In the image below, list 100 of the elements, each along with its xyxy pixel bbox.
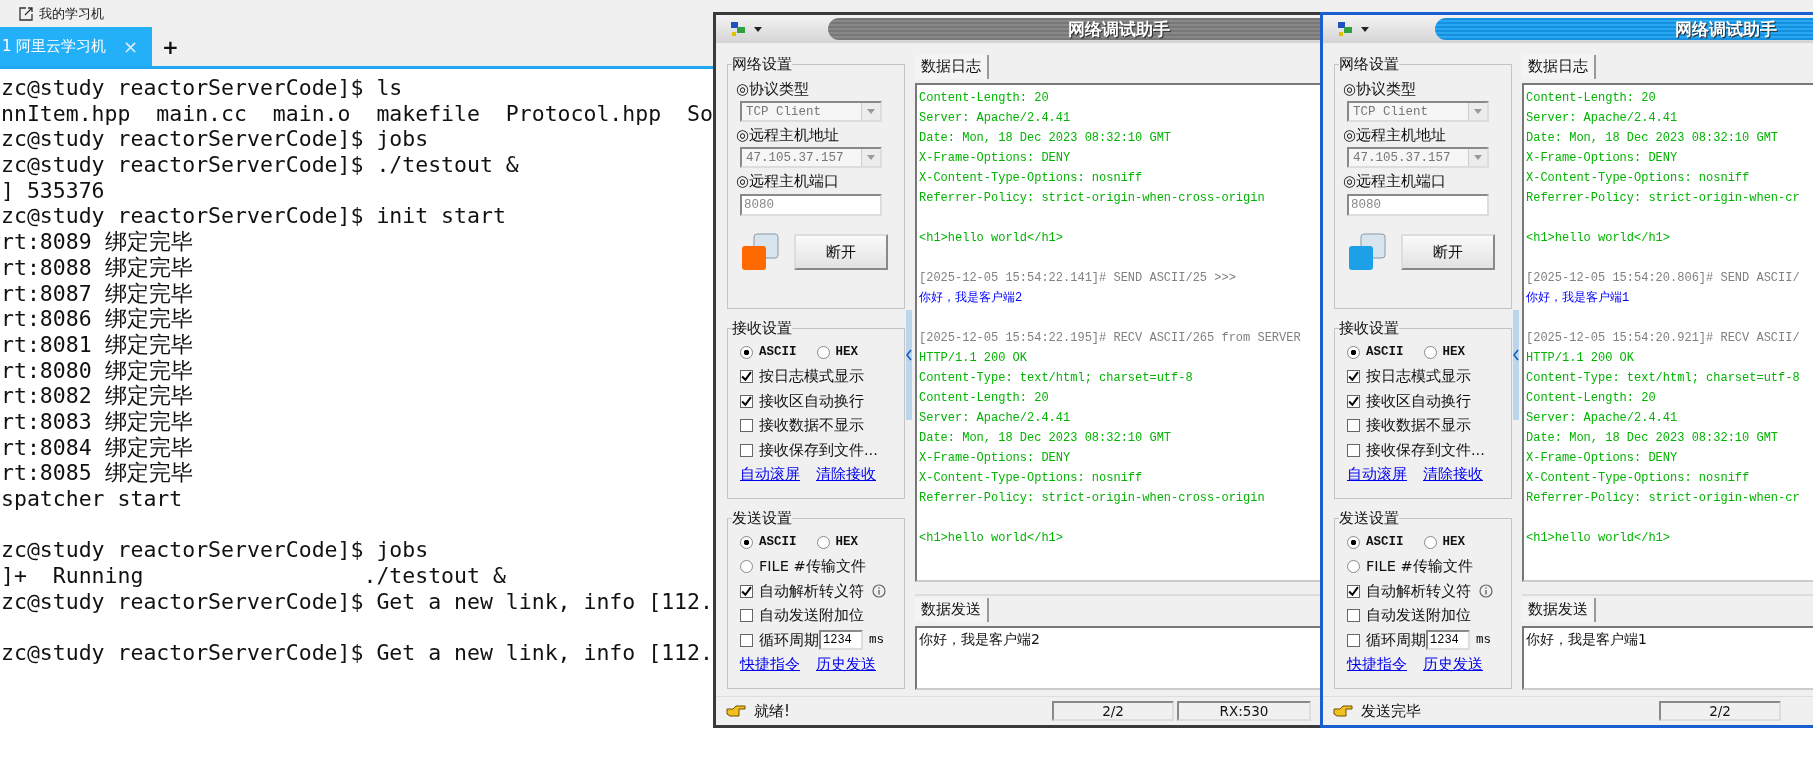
network-icon[interactable] <box>730 21 746 37</box>
port-field[interactable]: 8080 <box>1347 194 1489 216</box>
machine-title: 我的学习机 <box>39 4 104 23</box>
checkbox[interactable] <box>740 443 753 457</box>
interval-field[interactable]: 1234 <box>1426 630 1470 651</box>
link[interactable]: 自动滚屏 <box>740 465 800 485</box>
radio-label: FILE #传输文件 <box>1366 557 1473 577</box>
log-line: Content-Length: 20 <box>1526 390 1656 407</box>
radio-label: ASCII <box>759 345 797 360</box>
checkbox[interactable] <box>740 609 753 623</box>
info-icon[interactable] <box>872 584 886 599</box>
terminal-line: rt:8083 绑定完毕 <box>1 408 193 435</box>
radio-button[interactable] <box>1423 535 1437 549</box>
host-dropdown[interactable]: 47.105.37.157 <box>1347 147 1489 168</box>
checkbox-label: 循环周期 <box>1366 630 1426 650</box>
splitter-handle[interactable] <box>905 310 913 420</box>
port-field[interactable]: 8080 <box>740 194 882 216</box>
checkbox[interactable] <box>740 584 753 598</box>
radio-button[interactable] <box>1347 345 1360 359</box>
log-tab[interactable]: 数据日志 <box>1522 55 1596 79</box>
disconnect-button[interactable]: 断开 <box>794 234 888 270</box>
interval-field[interactable]: 1234 <box>819 630 863 651</box>
checkbox[interactable] <box>1347 609 1360 623</box>
status-field: 2/2 <box>1052 701 1174 721</box>
checkbox[interactable] <box>1347 584 1360 598</box>
log-line: <h1>hello world</h1> <box>1526 530 1671 547</box>
link[interactable]: 快捷指令 <box>1347 655 1407 675</box>
radio-label: FILE #传输文件 <box>759 557 866 577</box>
splitter-handle[interactable] <box>1512 310 1520 420</box>
checkbox-label: 按日志模式显示 <box>1366 367 1471 387</box>
log-line: [2025-12-05 15:54:20.806]# SEND ASCII/ <box>1526 270 1800 287</box>
send-tab[interactable]: 数据发送 <box>1522 598 1596 622</box>
protocol-dropdown[interactable]: TCP Client <box>740 101 882 122</box>
log-line: <h1>hello world</h1> <box>919 230 1064 247</box>
log-tab[interactable]: 数据日志 <box>915 55 989 79</box>
log-line: X-Frame-Options: DENY <box>1526 150 1678 167</box>
info-icon[interactable] <box>1479 584 1493 599</box>
log-line: X-Frame-Options: DENY <box>1526 450 1678 467</box>
terminal-line: zc@study reactorServerCode]$ Get a new link, info [112. <box>1 588 713 615</box>
new-tab-button[interactable]: + <box>162 34 179 59</box>
status-message: 发送完毕 <box>1361 701 1422 721</box>
log-line: Content-Type: text/html; charset=utf-8 <box>919 370 1193 387</box>
host-dropdown[interactable]: 47.105.37.157 <box>740 147 882 168</box>
unit-label: ms <box>869 633 884 648</box>
radio-button[interactable] <box>1347 560 1360 574</box>
radio-button[interactable] <box>740 560 753 574</box>
radio-button[interactable] <box>816 345 830 359</box>
checkbox-label: 接收数据不显示 <box>1366 416 1471 436</box>
send-field[interactable]: 你好，我是客户端2 <box>915 626 1321 690</box>
radio-button[interactable] <box>740 535 753 549</box>
network-icon[interactable] <box>1337 21 1353 37</box>
terminal-line: zc@study reactorServerCode]$ init start <box>1 203 506 230</box>
protocol-dropdown[interactable]: TCP Client <box>1347 101 1489 122</box>
field-label: ◎远程主机端口 <box>1343 172 1448 191</box>
radio-label: HEX <box>835 535 859 550</box>
link[interactable]: 快捷指令 <box>740 655 800 675</box>
link[interactable]: 历史发送 <box>816 655 876 675</box>
link[interactable]: 自动滚屏 <box>1347 465 1407 485</box>
checkbox[interactable] <box>1347 394 1360 408</box>
log-line: X-Frame-Options: DENY <box>919 450 1071 467</box>
radio-label: HEX <box>1442 535 1466 550</box>
radio-label: ASCII <box>759 535 797 550</box>
checkbox[interactable] <box>740 633 753 647</box>
log-line: <h1>hello world</h1> <box>919 530 1064 547</box>
checkbox[interactable] <box>1347 633 1360 647</box>
log-line: [2025-12-05 15:54:20.921]# RECV ASCII/ <box>1526 330 1800 347</box>
checkbox-label: 接收数据不显示 <box>759 416 864 436</box>
terminal-line: zc@study reactorServerCode]$ jobs <box>1 537 429 564</box>
group-title: 网络设置 <box>732 55 792 74</box>
link[interactable]: 清除接收 <box>1423 465 1483 485</box>
checkbox[interactable] <box>740 419 753 433</box>
radio-button[interactable] <box>1423 345 1437 359</box>
log-line: Referrer-Policy: strict-origin-when-cr <box>1526 490 1800 507</box>
checkbox[interactable] <box>740 394 753 408</box>
terminal-line: rt:8082 绑定完毕 <box>1 383 193 409</box>
radio-button[interactable] <box>1347 535 1360 549</box>
radio-button[interactable] <box>816 535 830 549</box>
pointing-hand-icon <box>1333 704 1353 718</box>
checkbox[interactable] <box>1347 419 1360 433</box>
radio-button[interactable] <box>740 345 753 359</box>
send-tab[interactable]: 数据发送 <box>915 598 989 622</box>
terminal-line: zc@study reactorServerCode]$ Get a new link, info [112. <box>1 640 713 666</box>
checkbox[interactable] <box>1347 370 1360 384</box>
log-line: Content-Length: 20 <box>919 90 1049 107</box>
group-title: 网络设置 <box>1339 55 1399 74</box>
checkbox[interactable] <box>1347 443 1360 457</box>
link[interactable]: 历史发送 <box>1423 655 1483 675</box>
log-line: Content-Length: 20 <box>919 390 1049 407</box>
connection-icon <box>1347 232 1387 272</box>
link[interactable]: 清除接收 <box>816 465 876 485</box>
terminal-line: rt:8085 绑定完毕 <box>1 460 193 486</box>
status-field: RX:530 <box>1177 701 1311 721</box>
log-line: Server: Apache/2.4.41 <box>919 110 1071 127</box>
disconnect-button[interactable]: 断开 <box>1401 234 1495 270</box>
field-label: ◎远程主机地址 <box>1343 126 1448 145</box>
log-line: Server: Apache/2.4.41 <box>1526 110 1678 127</box>
checkbox[interactable] <box>740 370 753 384</box>
terminal-line: ]+ Running ./testout & <box>1 563 506 589</box>
send-field[interactable]: 你好，我是客户端1 <box>1522 626 1813 690</box>
log-line: X-Content-Type-Options: nosniff <box>1526 170 1750 187</box>
